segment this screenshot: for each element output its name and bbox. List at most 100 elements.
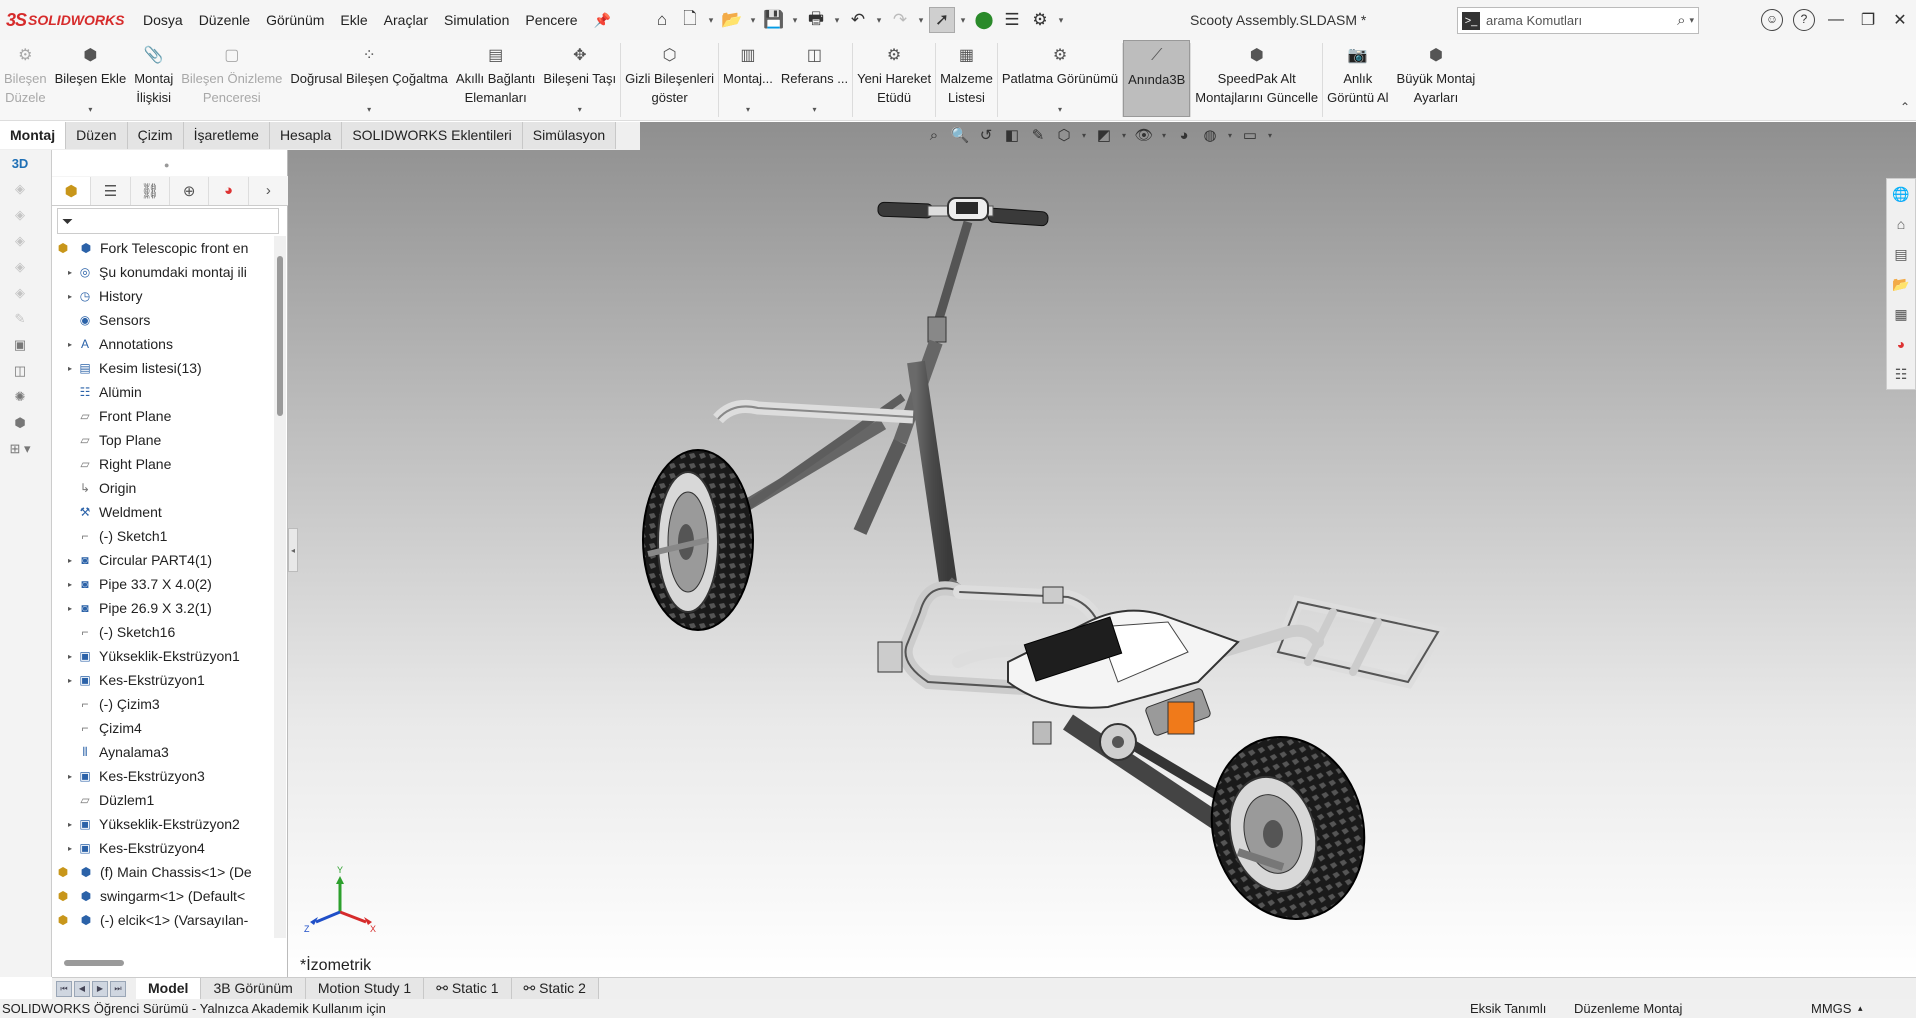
sketch-tool-icon[interactable]: ✎: [4, 306, 36, 332]
tree-horizontal-scrollbar[interactable]: [64, 960, 124, 966]
tab-addins[interactable]: SOLIDWORKS Eklentileri: [342, 122, 523, 149]
chevron-down-icon[interactable]: ▾: [1160, 131, 1168, 140]
apply-scene-icon[interactable]: ◍: [1200, 126, 1220, 144]
chevron-down-icon[interactable]: ▾: [746, 105, 750, 114]
tab-static-1[interactable]: ⚯ Static 1: [424, 978, 512, 999]
file-properties-icon[interactable]: ☰: [999, 7, 1025, 33]
home-icon[interactable]: ⌂: [1887, 209, 1915, 239]
ribbon-button-4[interactable]: ⁘ Doğrusal Bileşen Çoğaltma ▾: [286, 40, 452, 118]
chevron-down-icon[interactable]: ▾: [88, 105, 92, 114]
tree-node[interactable]: ⌐ (-) Sketch16: [52, 620, 274, 644]
custom-properties-icon[interactable]: ☷: [1887, 359, 1915, 389]
appearances-icon[interactable]: ◕: [1887, 329, 1915, 359]
chevron-down-icon[interactable]: ▾: [1226, 131, 1234, 140]
tab-layout[interactable]: Düzen: [66, 122, 128, 149]
new-document-icon[interactable]: 🗋: [677, 7, 703, 33]
menu-simulation[interactable]: Simulation: [436, 12, 517, 28]
minimize-icon[interactable]: —: [1820, 11, 1852, 29]
unit-system[interactable]: MMGS: [1811, 999, 1851, 1018]
tree-node[interactable]: ☷ Alümin: [52, 380, 274, 404]
rear-wheel[interactable]: [1192, 720, 1385, 937]
chevron-down-icon[interactable]: ▾: [831, 15, 843, 26]
ribbon-button-12[interactable]: ⚙ Patlatma Görünümü ▾: [998, 40, 1122, 118]
tree-node[interactable]: ▱ Front Plane: [52, 404, 274, 428]
tree-node[interactable]: ⬢ ⬢ Fork Telescopic front en: [52, 236, 274, 260]
open-folder-icon[interactable]: 📂: [719, 7, 745, 33]
help-icon[interactable]: ?: [1793, 9, 1815, 31]
graphics-area[interactable]: [288, 122, 1916, 977]
first-tab-icon[interactable]: ⏮: [56, 980, 72, 997]
menu-edit[interactable]: Düzenle: [191, 12, 258, 28]
tree-node[interactable]: ↳ Origin: [52, 476, 274, 500]
panel-collapse-handle[interactable]: ◂: [288, 528, 298, 572]
ribbon-button-0[interactable]: ⚙ Bileşen Düzele: [0, 40, 51, 118]
tree-node[interactable]: ⌐ (-) Çizim3: [52, 692, 274, 716]
edit-appearance-icon[interactable]: ◕: [1174, 127, 1194, 144]
pin-icon[interactable]: 📌: [586, 12, 619, 29]
cube-icon[interactable]: ◫: [4, 358, 36, 384]
expand-arrow-icon[interactable]: ▸: [64, 340, 76, 349]
tree-node[interactable]: ⌐ Çizim4: [52, 716, 274, 740]
tree-node[interactable]: ▱ Right Plane: [52, 452, 274, 476]
scooter-model[interactable]: [288, 122, 1916, 977]
dynamic-annotation-icon[interactable]: ✎: [1028, 126, 1048, 144]
solidworks-resources-icon[interactable]: 🌐: [1887, 179, 1915, 209]
last-tab-icon[interactable]: ⏭: [110, 980, 126, 997]
chevron-down-icon[interactable]: ▾: [578, 105, 582, 114]
property-manager-tab-icon[interactable]: ☰: [91, 176, 131, 205]
command-search[interactable]: >_ arama Komutları ⌕ ▾: [1457, 7, 1699, 34]
options-gear-icon[interactable]: ⚙: [1027, 7, 1053, 33]
menu-file[interactable]: Dosya: [135, 12, 191, 28]
tree-node[interactable]: ⬢ ⬢ (-) elcik<1> (Varsayılan-: [52, 908, 274, 932]
expand-arrow-icon[interactable]: ▸: [64, 604, 76, 613]
tree-node[interactable]: ⚒ Weldment: [52, 500, 274, 524]
envelope-icon[interactable]: ◈: [4, 280, 36, 306]
tree-node[interactable]: ▸ ▣ Yükseklik-Ekstrüzyon2: [52, 812, 274, 836]
expand-arrow-icon[interactable]: ▸: [64, 580, 76, 589]
reference-icon[interactable]: ⊞ ▾: [4, 436, 36, 462]
ribbon-button-15[interactable]: 📷 Anlık Görüntü Al: [1323, 40, 1392, 118]
close-icon[interactable]: ✕: [1884, 10, 1916, 30]
tree-node[interactable]: ▸ ◙ Circular PART4(1): [52, 548, 274, 572]
section-view-icon[interactable]: ◧: [1002, 126, 1022, 144]
menu-insert[interactable]: Ekle: [332, 12, 375, 28]
front-wheel[interactable]: [642, 449, 754, 631]
feature-manager-tab-icon[interactable]: ⬢: [52, 176, 92, 205]
undo-icon[interactable]: ↶: [845, 7, 871, 33]
display-manager-tab-icon[interactable]: ◕: [209, 176, 249, 205]
expand-arrow-icon[interactable]: ▸: [64, 292, 76, 301]
ribbon-button-5[interactable]: ▤ Akıllı Bağlantı Elemanları: [452, 40, 540, 118]
tree-vertical-scrollbar[interactable]: [274, 236, 286, 938]
tree-node[interactable]: ⬢ ⬢ swingarm<1> (Default<: [52, 884, 274, 908]
tree-node[interactable]: ▸ ◙ Pipe 33.7 X 4.0(2): [52, 572, 274, 596]
home-icon[interactable]: ⌂: [649, 7, 675, 33]
mate-reference-icon[interactable]: ◈: [4, 228, 36, 254]
tree-node[interactable]: ⫴ Aynalama3: [52, 740, 274, 764]
dimxpert-tab-icon[interactable]: ⊕: [170, 176, 210, 205]
scrollbar-thumb[interactable]: [277, 256, 283, 416]
search-input[interactable]: arama Komutları: [1486, 13, 1677, 28]
layer-icon[interactable]: ◈: [4, 176, 36, 202]
design-library-icon[interactable]: ▤: [1887, 239, 1915, 269]
tree-node[interactable]: ▸ ▣ Kes-Ekstrüzyon1: [52, 668, 274, 692]
ghost-component-icon[interactable]: ◈: [4, 254, 36, 280]
tab-assembly[interactable]: Montaj: [0, 122, 67, 149]
view-orientation-icon[interactable]: ⬡: [1054, 126, 1074, 144]
chevron-down-icon[interactable]: ▾: [1266, 131, 1274, 140]
tree-node[interactable]: ⬢ ⬢ (-) elcik<2> (Varsayılan-: [52, 932, 274, 938]
ribbon-button-13[interactable]: ⟋ Anında3B: [1123, 40, 1191, 117]
view-palette-icon[interactable]: ▦: [1887, 299, 1915, 329]
expand-arrow-icon[interactable]: ▸: [64, 676, 76, 685]
solidworks-logo[interactable]: 3S SOLIDWORKS: [0, 10, 135, 31]
view-settings-icon[interactable]: ▭: [1240, 126, 1260, 144]
tab-3d-view[interactable]: 3B Görünüm: [201, 978, 306, 999]
part-icon[interactable]: ⬢: [4, 410, 36, 436]
ribbon-button-9[interactable]: ◫ Referans ... ▾: [777, 40, 852, 118]
display-style-icon[interactable]: ◩: [1094, 126, 1114, 144]
save-icon[interactable]: 💾: [761, 7, 787, 33]
tree-node[interactable]: ▸ ▤ Kesim listesi(13): [52, 356, 274, 380]
chevron-up-icon[interactable]: ▴: [1858, 999, 1863, 1018]
ribbon-button-2[interactable]: 📎 Montaj İlişkisi: [130, 40, 177, 118]
print-3d-icon[interactable]: ▣: [4, 332, 36, 358]
chevron-down-icon[interactable]: ▾: [747, 15, 759, 26]
